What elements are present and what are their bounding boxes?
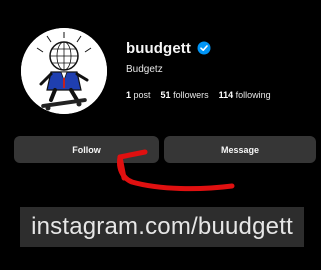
posts-label: post bbox=[133, 90, 151, 100]
followers-count: 51 bbox=[160, 90, 171, 100]
posts-stat[interactable]: 1 post bbox=[126, 90, 151, 100]
verified-badge-icon bbox=[197, 41, 211, 55]
disco-ball-skater-icon bbox=[21, 28, 107, 114]
profile-avatar[interactable] bbox=[21, 28, 107, 114]
following-stat[interactable]: 114 following bbox=[219, 90, 271, 100]
username: buudgett bbox=[126, 39, 191, 57]
posts-count: 1 bbox=[126, 90, 132, 100]
profile-full-name: Budgetz bbox=[126, 64, 163, 75]
following-label: following bbox=[235, 90, 271, 100]
profile-info: buudgett Budgetz 1 post 51 followers 114… bbox=[126, 38, 316, 101]
followers-stat[interactable]: 51 followers bbox=[161, 90, 209, 100]
follow-button[interactable]: Follow bbox=[14, 136, 159, 163]
profile-stats: 1 post 51 followers 114 following bbox=[126, 90, 316, 100]
following-count: 114 bbox=[218, 90, 234, 100]
url-overlay-banner: instagram.com/buudgett bbox=[20, 207, 304, 247]
username-row: buudgett bbox=[126, 38, 316, 58]
profile-url-text: instagram.com/buudgett bbox=[31, 213, 293, 240]
message-button[interactable]: Message bbox=[164, 136, 316, 163]
followers-label: followers bbox=[173, 90, 209, 100]
